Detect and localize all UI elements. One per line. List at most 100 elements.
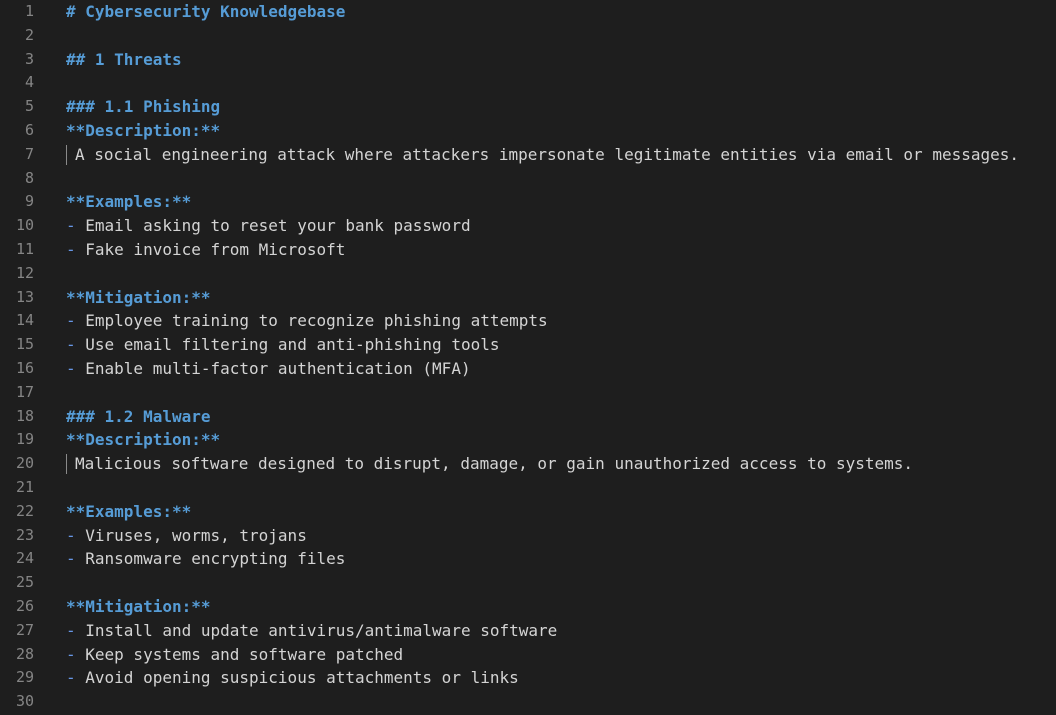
list-item-text: Use email filtering and anti-phishing to… <box>85 335 500 355</box>
bold-label: **Mitigation:** <box>66 596 211 616</box>
list-item: - Ransomware encrypting files <box>66 547 345 571</box>
line-number: 25 <box>15 573 34 592</box>
heading-line: # Cybersecurity Knowledgebase <box>66 0 345 24</box>
line-number: 14 <box>15 311 34 330</box>
list-marker: - <box>66 358 86 378</box>
editor-line[interactable]: 17 <box>0 381 1056 405</box>
editor-line[interactable]: 21 <box>0 476 1056 500</box>
heading-line: ### 1.2 Malware <box>66 405 211 429</box>
list-item: - Enable multi-factor authentication (MF… <box>66 357 471 381</box>
list-marker: - <box>66 668 86 688</box>
editor-line[interactable]: 16 - Enable multi-factor authentication (… <box>0 357 1056 381</box>
line-number: 19 <box>15 430 34 449</box>
markdown-heading: ## 1 Threats <box>66 49 182 69</box>
code-editor[interactable]: 1 # Cybersecurity Knowledgebase 2 3 ## 1 Thr… <box>0 0 1056 715</box>
line-number: 29 <box>15 668 34 687</box>
markdown-heading: ### 1.2 Malware <box>66 406 211 426</box>
line-number: 6 <box>24 120 34 139</box>
list-item-text: Fake invoice from Microsoft <box>85 239 346 259</box>
editor-line[interactable]: 1 # Cybersecurity Knowledgebase <box>0 0 1056 24</box>
line-number: 22 <box>15 501 34 520</box>
bold-line: **Mitigation:** <box>66 595 211 619</box>
list-item: - Use email filtering and anti-phishing … <box>66 333 499 357</box>
quote-line: A social engineering attack where attack… <box>66 143 1019 167</box>
editor-line[interactable]: 3 ## 1 Threats <box>0 48 1056 72</box>
list-marker: - <box>66 239 86 259</box>
editor-line[interactable]: 6 **Description:** <box>0 119 1056 143</box>
heading-line: ## 1 Threats <box>66 48 182 72</box>
line-number: 17 <box>15 382 34 401</box>
list-marker: - <box>66 525 86 545</box>
bold-label: **Description:** <box>66 120 221 140</box>
line-number: 11 <box>15 239 34 258</box>
bold-label: **Examples:** <box>66 501 192 521</box>
markdown-heading: ### 1.1 Phishing <box>66 97 221 117</box>
list-item-text: Install and update antivirus/antimalware… <box>85 620 558 640</box>
line-number: 12 <box>15 263 34 282</box>
editor-line[interactable]: 15 - Use email filtering and anti-phishin… <box>0 333 1056 357</box>
editor-line[interactable]: 24 - Ransomware encrypting files <box>0 547 1056 571</box>
line-number: 21 <box>15 477 34 496</box>
editor-line[interactable]: 12 <box>0 262 1056 286</box>
list-item-text: Keep systems and software patched <box>85 644 404 664</box>
list-item-text: Avoid opening suspicious attachments or … <box>85 668 519 688</box>
list-marker: - <box>66 311 86 331</box>
editor-line[interactable]: 28 - Keep systems and software patched <box>0 643 1056 667</box>
line-number: 7 <box>24 144 34 163</box>
list-item: - Fake invoice from Microsoft <box>66 238 345 262</box>
list-item-text: Ransomware encrypting files <box>85 549 346 569</box>
bold-label: **Mitigation:** <box>66 287 211 307</box>
list-item: - Email asking to reset your bank passwo… <box>66 214 471 238</box>
editor-line[interactable]: 5 ### 1.1 Phishing <box>0 95 1056 119</box>
list-item-text: Employee training to recognize phishing … <box>85 311 548 331</box>
list-marker: - <box>66 620 86 640</box>
list-marker: - <box>66 549 86 569</box>
list-item: - Viruses, worms, trojans <box>66 524 307 548</box>
quote-line: Malicious software designed to disrupt, … <box>66 452 913 476</box>
line-number: 27 <box>15 620 34 639</box>
editor-line[interactable]: 4 <box>0 71 1056 95</box>
editor-line[interactable]: 22 **Examples:** <box>0 500 1056 524</box>
editor-line[interactable]: 23 - Viruses, worms, trojans <box>0 524 1056 548</box>
line-number: 15 <box>15 335 34 354</box>
list-item-text: Enable multi-factor authentication (MFA) <box>85 358 471 378</box>
bold-line: **Mitigation:** <box>66 286 211 310</box>
editor-line[interactable]: 26 **Mitigation:** <box>0 595 1056 619</box>
line-number: 5 <box>24 97 34 116</box>
editor-line[interactable]: 7 A social engineering attack where attac… <box>0 143 1056 167</box>
list-marker: - <box>66 644 86 664</box>
line-number: 8 <box>24 168 34 187</box>
editor-line[interactable]: 20 Malicious software designed to disrupt… <box>0 452 1056 476</box>
line-number: 24 <box>15 549 34 568</box>
editor-line[interactable]: 2 <box>0 24 1056 48</box>
editor-line[interactable]: 25 <box>0 571 1056 595</box>
editor-line[interactable]: 9 **Examples:** <box>0 190 1056 214</box>
list-marker: - <box>66 216 86 236</box>
bold-line: **Examples:** <box>66 190 191 214</box>
editor-line[interactable]: 10 - Email asking to reset your bank pass… <box>0 214 1056 238</box>
line-number: 23 <box>15 525 34 544</box>
editor-line[interactable]: 29 - Avoid opening suspicious attachments… <box>0 666 1056 690</box>
list-item: - Install and update antivirus/antimalwa… <box>66 619 557 643</box>
line-number: 18 <box>15 406 34 425</box>
line-number: 30 <box>15 692 34 711</box>
list-item: - Keep systems and software patched <box>66 643 403 667</box>
line-number: 13 <box>15 287 34 306</box>
line-number: 28 <box>15 644 34 663</box>
list-item: - Avoid opening suspicious attachments o… <box>66 666 519 690</box>
line-number: 16 <box>15 358 34 377</box>
editor-line[interactable]: 27 - Install and update antivirus/antimal… <box>0 619 1056 643</box>
bold-line: **Description:** <box>66 428 220 452</box>
editor-line[interactable]: 8 <box>0 167 1056 191</box>
editor-line[interactable]: 13 **Mitigation:** <box>0 286 1056 310</box>
line-number: 2 <box>24 25 34 44</box>
blockquote-text: Malicious software designed to disrupt, … <box>66 454 913 475</box>
editor-line[interactable]: 14 - Employee training to recognize phish… <box>0 309 1056 333</box>
editor-line[interactable]: 18 ### 1.2 Malware <box>0 405 1056 429</box>
list-item: - Employee training to recognize phishin… <box>66 309 548 333</box>
line-number: 10 <box>15 216 34 235</box>
editor-line[interactable]: 30 <box>0 690 1056 714</box>
editor-line[interactable]: 11 - Fake invoice from Microsoft <box>0 238 1056 262</box>
line-number: 1 <box>24 2 34 20</box>
editor-line[interactable]: 19 **Description:** <box>0 428 1056 452</box>
